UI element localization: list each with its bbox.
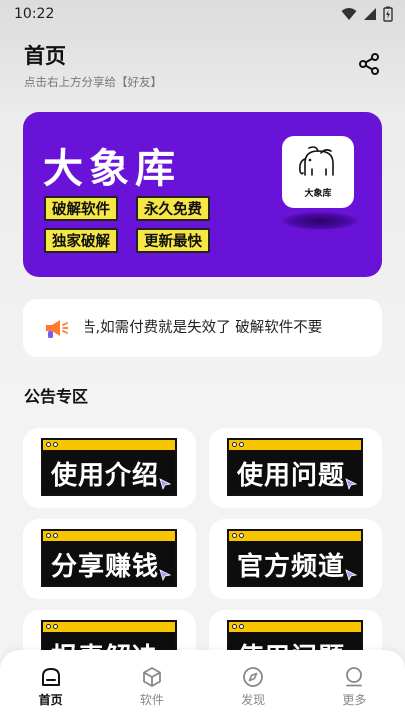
banner-tag: 独家破解 bbox=[44, 228, 118, 253]
announcement-card[interactable]: 使用介绍 bbox=[23, 428, 196, 508]
tab-label: 首页 bbox=[38, 693, 63, 707]
banner-title: 大象库 bbox=[43, 146, 181, 192]
compass-icon bbox=[243, 667, 264, 687]
status-time: 10:22 bbox=[14, 6, 55, 22]
tab-label: 软件 bbox=[139, 693, 164, 707]
share-icon[interactable] bbox=[357, 52, 381, 76]
wifi-icon bbox=[341, 8, 357, 20]
app-logo: 大象库 bbox=[282, 136, 354, 208]
logo-text: 大象库 bbox=[304, 189, 332, 199]
page-subtitle: 点击右上方分享给【好友】 bbox=[24, 75, 162, 89]
card-label: 使用介绍 bbox=[51, 461, 160, 491]
signal-icon bbox=[364, 8, 376, 20]
section-title: 公告专区 bbox=[24, 387, 89, 406]
announcement-card[interactable]: 分享赚钱 bbox=[23, 519, 196, 599]
promo-banner[interactable]: 大象库 破解软件 永久免费 独家破解 更新最快 大象库 bbox=[23, 112, 382, 277]
card-image: 使用问题 bbox=[227, 438, 367, 500]
logo-shadow bbox=[282, 212, 358, 230]
card-label: 分享赚钱 bbox=[51, 552, 160, 582]
status-bar: 10:22 bbox=[0, 0, 405, 28]
megaphone-icon bbox=[46, 320, 69, 338]
notice-marquee-text: 告,如需付费就是失效了 破解软件不要 bbox=[85, 320, 323, 336]
announcement-card[interactable]: 使用问题 bbox=[209, 428, 382, 508]
battery-icon bbox=[383, 6, 393, 22]
tab-label: 发现 bbox=[241, 693, 266, 707]
bottom-tab-bar: 首页 软件 发现 更多 bbox=[0, 650, 405, 720]
elephant-icon bbox=[299, 146, 334, 176]
status-icons bbox=[341, 6, 393, 22]
notice-bar[interactable]: 告,如需付费就是失效了 破解软件不要 bbox=[23, 299, 382, 357]
announcement-card[interactable]: 官方频道 bbox=[209, 519, 382, 599]
card-label: 官方频道 bbox=[237, 552, 346, 582]
notice-text: 告,如需付费就是失效了 破解软件不要 bbox=[85, 299, 374, 357]
cube-icon bbox=[142, 667, 161, 687]
card-label: 使用问题 bbox=[237, 461, 346, 491]
banner-tag: 更新最快 bbox=[136, 228, 210, 253]
cursor-icon bbox=[345, 569, 357, 581]
tab-software[interactable]: 软件 bbox=[101, 650, 202, 720]
tab-label: 更多 bbox=[342, 693, 367, 707]
cursor-icon bbox=[159, 478, 171, 490]
page-title: 首页 bbox=[24, 44, 66, 68]
card-image: 分享赚钱 bbox=[41, 529, 181, 591]
banner-tag: 永久免费 bbox=[136, 196, 210, 221]
banner-tag: 破解软件 bbox=[44, 196, 118, 221]
card-image: 使用介绍 bbox=[41, 438, 181, 500]
card-image: 官方频道 bbox=[227, 529, 367, 591]
cursor-icon bbox=[159, 569, 171, 581]
home-icon bbox=[41, 668, 60, 686]
tab-more[interactable]: 更多 bbox=[304, 650, 405, 720]
page-header: 首页 点击右上方分享给【好友】 bbox=[24, 40, 162, 90]
tab-discover[interactable]: 发现 bbox=[203, 650, 304, 720]
cursor-icon bbox=[345, 478, 357, 490]
tab-home[interactable]: 首页 bbox=[0, 650, 101, 720]
user-icon bbox=[346, 667, 363, 687]
